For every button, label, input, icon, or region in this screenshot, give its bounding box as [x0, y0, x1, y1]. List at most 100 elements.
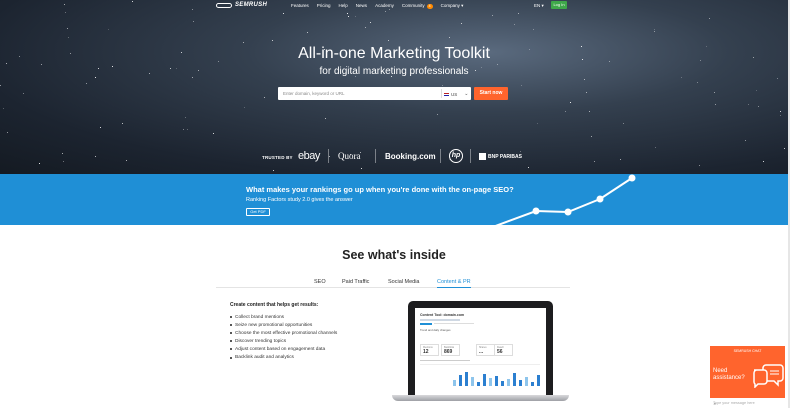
nav-pricing[interactable]: Pricing [317, 3, 331, 9]
star-dot [364, 27, 366, 29]
list-item-text: Choose the most effective promotional ch… [235, 330, 338, 336]
star-dot [354, 15, 356, 17]
star-dot [61, 152, 63, 154]
nav-company[interactable]: Company ▾ [441, 3, 464, 9]
star-dot [747, 103, 749, 105]
star-dot [491, 15, 493, 17]
star-dot [441, 84, 443, 86]
stat-box: Reach 56 [494, 344, 513, 356]
star-dot [594, 160, 596, 162]
nav-academy[interactable]: Academy [375, 3, 394, 9]
star-dot [273, 170, 275, 172]
tab-social-media[interactable]: Social Media [388, 279, 420, 285]
screen-bar [507, 379, 510, 386]
star-dot [570, 102, 572, 104]
screen-bar [471, 377, 474, 386]
language-selector[interactable]: EN ▾ [534, 3, 544, 9]
star-dot [757, 105, 759, 107]
star-dot [780, 114, 782, 116]
screen-bar [483, 374, 486, 386]
nav-help[interactable]: Help [339, 3, 348, 9]
star-dot [654, 146, 656, 148]
star-dot [528, 167, 530, 169]
nav-features[interactable]: Features [291, 3, 309, 9]
nav-news[interactable]: News [356, 3, 367, 9]
chat-message-input[interactable]: Type your message here ➤ [710, 398, 785, 408]
bullet-icon [230, 356, 232, 359]
tab-content-pr[interactable]: Content & PR [437, 279, 471, 288]
list-item: Seize new promotional opportunities [230, 321, 337, 329]
banner-subtext: Ranking Factors study 2.0 gives the answ… [246, 197, 353, 203]
laptop-screen: Content Tool: domain.com Trend and daily… [415, 308, 546, 395]
send-icon[interactable]: ➤ [713, 401, 782, 406]
search-input[interactable]: Enter domain, keyword or URL [283, 91, 345, 96]
star-dot [324, 118, 326, 120]
screen-bar [525, 377, 528, 386]
star-dot [776, 77, 778, 79]
star-dot [193, 21, 195, 23]
star-dot [584, 79, 586, 81]
login-button[interactable]: Log In [551, 1, 567, 9]
stat-box: Backlinks 869 [441, 344, 460, 356]
list-item: Collect brand mentions [230, 313, 337, 321]
brand-divider [328, 149, 329, 163]
list-item-text: Backlink audit and analytics [235, 355, 294, 361]
semrush-logo[interactable]: SEMRUSH [216, 2, 267, 8]
language-label: EN [534, 3, 541, 8]
stat-box: Mentions 12 [420, 344, 439, 356]
tab-paid-traffic[interactable]: Paid Traffic [342, 279, 369, 285]
stat-value: 12 [423, 349, 429, 355]
star-dot [185, 116, 187, 118]
star-dot [763, 161, 765, 163]
star-dot [95, 77, 97, 79]
star-dot [654, 31, 656, 33]
screen-bar [513, 373, 516, 386]
brand-divider [375, 149, 376, 163]
star-dot [306, 31, 308, 33]
inside-title: See what's inside [342, 248, 446, 262]
list-item-text: Seize new promotional opportunities [235, 322, 313, 328]
chat-widget[interactable]: SEMRUSH CHAT Need assistance? Type your … [710, 346, 785, 408]
tab-seo[interactable]: SEO [314, 279, 326, 285]
list-item-text: Discover trending topics [235, 338, 287, 344]
nav-community[interactable]: Community 4 [402, 3, 433, 9]
get-pdf-button[interactable]: Get PDF [246, 208, 270, 216]
laptop-base [392, 395, 569, 401]
ebay-logo: ebay [298, 150, 320, 162]
screen-text-line [420, 360, 470, 361]
star-dot [591, 136, 593, 138]
screen-bar [519, 380, 522, 386]
star-dot [783, 147, 785, 149]
chat-header: SEMRUSH CHAT [733, 349, 762, 353]
country-select[interactable]: US ⌄ [444, 91, 468, 97]
star-dot [22, 93, 24, 95]
star-dot [361, 168, 363, 170]
growth-line-graphic [495, 174, 636, 225]
brand-divider [440, 149, 441, 163]
hp-logo: hp [449, 149, 463, 163]
star-dot [271, 40, 273, 42]
screen-tab-line [434, 323, 474, 324]
list-item-text: Adjust content based on engagement data [235, 346, 326, 352]
brand-divider [470, 149, 471, 163]
stat-value: 56 [497, 349, 503, 355]
hero-title: All-in-one Marketing Toolkit [298, 45, 490, 62]
star-dot [62, 161, 64, 163]
screen-trend-label: Trend and daily changes [420, 328, 451, 332]
star-dot [65, 11, 67, 13]
quora-logo: Quora [338, 151, 361, 161]
star-dot [39, 163, 41, 165]
start-now-button[interactable]: Start now [474, 87, 508, 100]
bullet-icon [230, 316, 232, 319]
screen-bar [537, 375, 540, 386]
screen-bar [477, 382, 480, 386]
star-dot [6, 131, 8, 133]
screen-tab-indicator [420, 323, 432, 325]
star-dot [283, 13, 285, 15]
star-dot [384, 11, 386, 13]
hero-subtitle: for digital marketing professionals [319, 66, 469, 77]
star-dot [2, 107, 4, 109]
star-dot [85, 83, 87, 85]
star-dot [780, 110, 782, 112]
country-label: US [451, 91, 458, 97]
